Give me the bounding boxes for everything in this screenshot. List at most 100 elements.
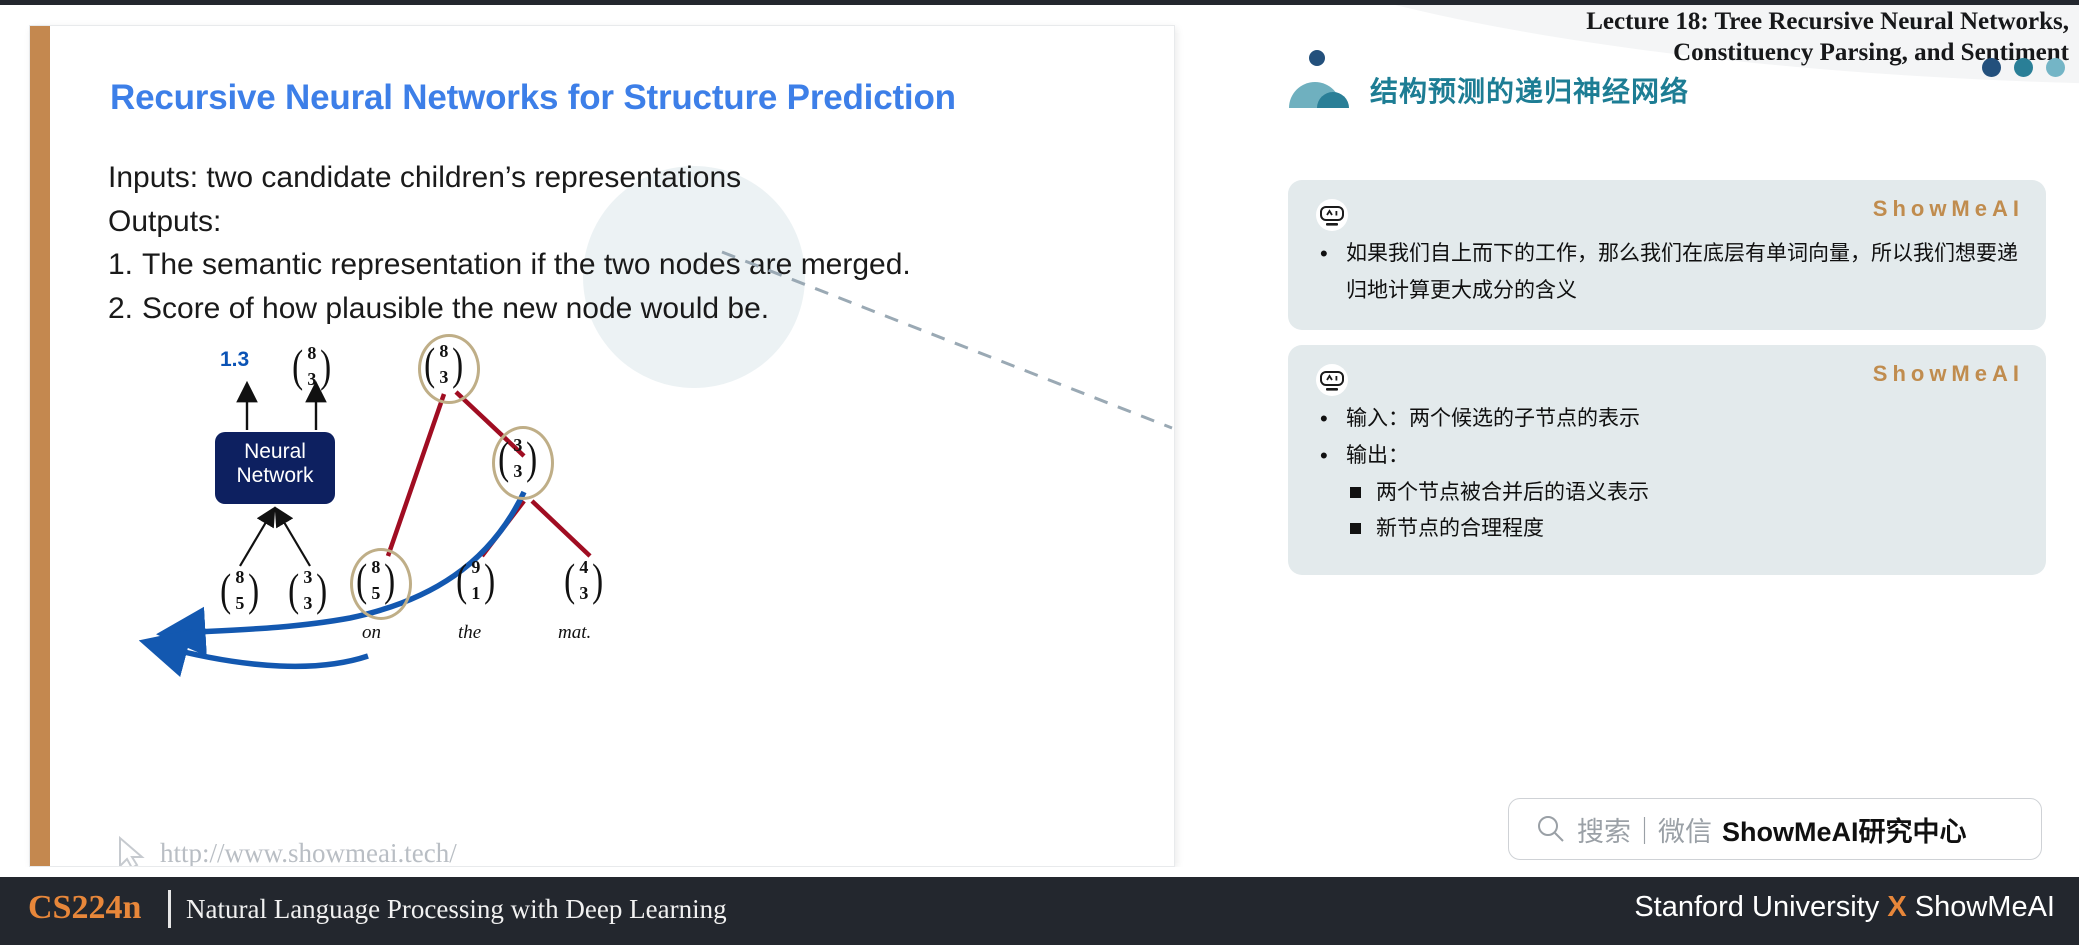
bracket-left: ( — [220, 564, 232, 616]
slide-body-text: Outputs: — [108, 204, 222, 238]
bracket-right: ) — [320, 340, 332, 392]
vector-value: 9 — [471, 557, 481, 577]
tree-leaf-vector: ( 4 3 ) — [562, 554, 606, 606]
slide-body-text: The semantic representation if the two n… — [142, 248, 911, 281]
vector-value: 8 — [371, 557, 381, 577]
vector-value: 3 — [513, 435, 523, 455]
footer-gap — [0, 867, 2079, 877]
watermark-url: http://www.showmeai.tech/ — [160, 838, 457, 866]
vector-value: 3 — [439, 367, 449, 388]
nn-box-line1: Neural — [244, 440, 306, 463]
slide-body-line: 2. Score of how plausible the new node wo… — [108, 287, 1108, 331]
slide-content: Recursive Neural Networks for Structure … — [50, 26, 1174, 866]
deco-dot — [1309, 50, 1325, 66]
vector-value: 5 — [235, 593, 245, 614]
slide-body-text: Score of how plausible the new node woul… — [142, 291, 770, 325]
bracket-left: ( — [498, 432, 510, 484]
output-vector: ( 8 3 ) — [290, 340, 334, 392]
tree-leaf-word: on — [362, 622, 381, 643]
tree-internal-vector: ( 3 3 ) — [496, 432, 540, 484]
vector-value: 8 — [235, 567, 245, 587]
showmeai-robot-icon — [1316, 364, 1348, 396]
bracket-left: ( — [356, 554, 368, 606]
vector-value: 4 — [579, 557, 589, 577]
footer-bar: CS224n Natural Language Processing with … — [0, 877, 2079, 945]
list-number: 2. — [108, 291, 134, 325]
callout-box-1: ShowMeAI 如果我们自上而下的工作，那么我们在底层有单词向量，所以我们想要… — [1288, 180, 2046, 330]
list-item: 如果我们自上而下的工作，那么我们在底层有单词向量，所以我们想要递归地计算更大成分… — [1312, 235, 2024, 310]
tree-root-vector: ( 8 3 ) — [422, 338, 466, 390]
vector-value: 3 — [513, 461, 523, 482]
input-vector-left: ( 8 5 ) — [218, 564, 262, 616]
showmeai-brand-label: ShowMeAI — [1872, 196, 2024, 221]
header-dot — [2014, 58, 2033, 77]
vector-value: 3 — [303, 567, 313, 587]
bracket-left: ( — [424, 338, 436, 390]
footer-brand: Stanford University X ShowMeAI — [1634, 891, 2055, 924]
vector-value: 5 — [371, 583, 381, 604]
vector-value: 3 — [303, 593, 313, 614]
list-item: 两个节点被合并后的语义表示 — [1312, 475, 2024, 512]
vector-value: 8 — [439, 341, 449, 361]
bracket-right: ) — [248, 564, 260, 616]
search-placeholder-text: 搜索｜微信 — [1577, 816, 1712, 847]
callout-box-2: ShowMeAI 输入：两个候选的子节点的表示 输出： 两个节点被合并后的语义表… — [1288, 345, 2046, 575]
search-icon — [1538, 816, 1564, 842]
bracket-right: ) — [484, 554, 496, 606]
search-brand-text: ShowMeAI研究中心 — [1722, 816, 1967, 847]
bracket-right: ) — [452, 338, 464, 390]
list-item: 输入：两个候选的子节点的表示 — [1312, 400, 2024, 438]
nn-box-line2: Network — [236, 463, 314, 487]
callout-list-2: 输入：两个候选的子节点的表示 输出： 两个节点被合并后的语义表示 新节点的合理程… — [1312, 400, 2024, 548]
vector-value: 1 — [471, 583, 481, 604]
slide-accent-bar — [30, 26, 50, 866]
slide-body: Inputs: two candidate children’s represe… — [108, 156, 1108, 330]
list-item: 新节点的合理程度 — [1312, 511, 2024, 548]
lecture-title-line1: Lecture 18: Tree Recursive Neural Networ… — [1586, 8, 2069, 35]
bracket-left: ( — [564, 554, 576, 606]
lecture-title: Lecture 18: Tree Recursive Neural Networ… — [1309, 6, 2069, 69]
bracket-left: ( — [456, 554, 468, 606]
neural-network-box: Neural Network — [215, 432, 335, 504]
vector-value: 3 — [579, 583, 589, 604]
footer-divider — [168, 890, 171, 928]
tree-leaf-vector: ( 8 5 ) — [354, 554, 398, 606]
bracket-right: ) — [384, 554, 396, 606]
header-dot — [1982, 58, 2001, 77]
bracket-left: ( — [292, 340, 304, 392]
vector-value: 3 — [307, 369, 317, 390]
footer-brand-suffix: ShowMeAI — [1906, 891, 2055, 923]
bracket-right: ) — [526, 432, 538, 484]
slide-title: Recursive Neural Networks for Structure … — [110, 78, 956, 117]
callout-list-1: 如果我们自上而下的工作，那么我们在底层有单词向量，所以我们想要递归地计算更大成分… — [1312, 235, 2024, 310]
header-dots — [1982, 58, 2065, 77]
list-number: 1. — [108, 248, 134, 281]
tree-leaf-vector: ( 9 1 ) — [454, 554, 498, 606]
bracket-right: ) — [316, 564, 328, 616]
tree-leaf-word: mat. — [558, 622, 592, 643]
decorative-shape — [1289, 50, 1349, 108]
input-vector-right: ( 3 3 ) — [286, 564, 330, 616]
slide-body-line: 1. The semantic representation if the two… — [108, 243, 1108, 287]
vector-value: 8 — [307, 343, 317, 363]
slide-body-text: Inputs: two candidate children’s represe… — [108, 161, 742, 194]
lecture-title-line2: Constituency Parsing, and Sentiment — [1673, 39, 2069, 67]
score-label: 1.3 — [220, 348, 250, 371]
showmeai-brand-label: ShowMeAI — [1872, 361, 2024, 386]
bracket-left: ( — [288, 564, 300, 616]
course-code: CS224n — [28, 889, 142, 926]
showmeai-robot-icon — [1316, 199, 1348, 231]
header-dot — [2046, 58, 2065, 77]
cursor-icon — [119, 835, 145, 866]
chinese-section-title: 结构预测的递归神经网络 — [1370, 76, 1690, 107]
search-bar[interactable]: 搜索｜微信 ShowMeAI研究中心 — [1508, 798, 2042, 860]
slide-body-line: Inputs: two candidate children’s represe… — [108, 156, 1108, 200]
bracket-right: ) — [592, 554, 604, 606]
footer-brand-x: X — [1887, 891, 1907, 923]
tree-leaf-word: the — [458, 622, 482, 643]
list-item: 输出： — [1312, 437, 2024, 475]
course-name: Natural Language Processing with Deep Le… — [186, 894, 727, 924]
slide-body-line: Outputs: — [108, 200, 1108, 244]
rnn-diagram: 1.3 Neural Network ( 8 3 ) ( 8 5) (3 3… — [100, 326, 1174, 866]
footer-brand-prefix: Stanford University — [1634, 891, 1888, 923]
